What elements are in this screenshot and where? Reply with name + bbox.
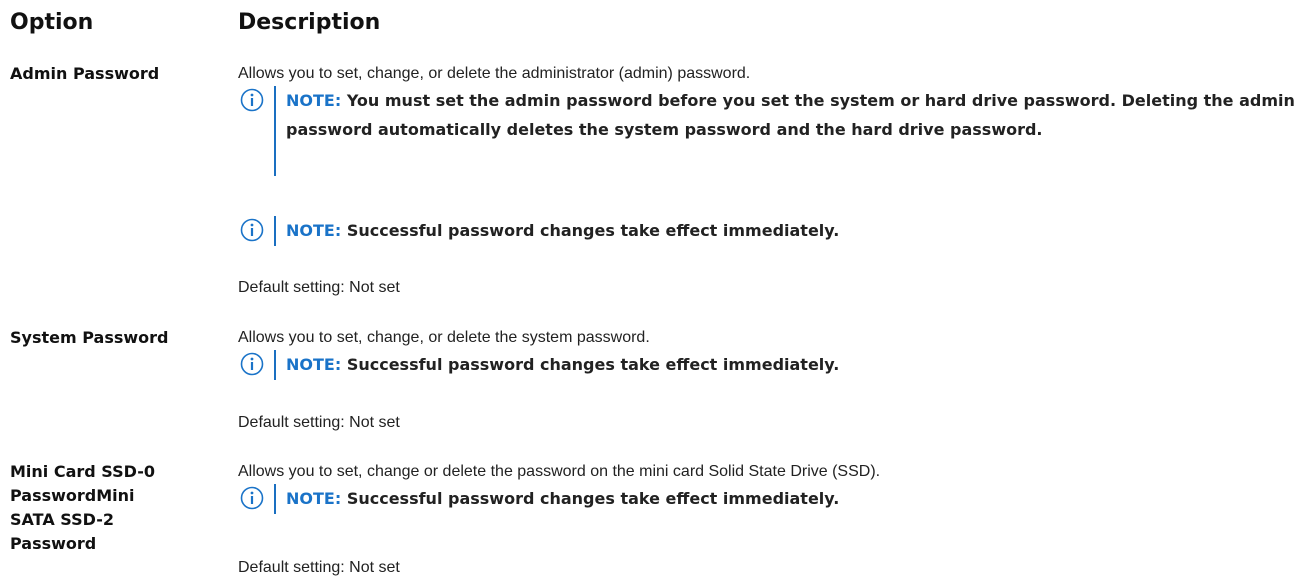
info-icon (240, 352, 264, 376)
note-label: NOTE: (286, 221, 342, 240)
note-body: Successful password changes take effect … (346, 355, 840, 374)
default-admin-password: Default setting: Not set (238, 279, 400, 296)
note-text: NOTE: Successful password changes take e… (286, 216, 1302, 245)
description-mini-card-ssd-password: Allows you to set, change or delete the … (238, 463, 881, 480)
info-icon (240, 88, 264, 112)
note-text: NOTE: Successful password changes take e… (286, 484, 1302, 513)
note-admin-password-1: NOTE: You must set the admin password be… (240, 86, 1302, 176)
note-text: NOTE: Successful password changes take e… (286, 350, 1302, 379)
option-line: PasswordMini (10, 486, 135, 505)
note-bar (274, 86, 276, 176)
default-system-password: Default setting: Not set (238, 414, 400, 431)
option-admin-password: Admin Password (10, 64, 160, 83)
note-bar (274, 216, 276, 246)
note-system-password: NOTE: Successful password changes take e… (240, 350, 1302, 380)
note-body: Successful password changes take effect … (346, 489, 840, 508)
column-header-description: Description (238, 10, 381, 35)
note-label: NOTE: (286, 91, 342, 110)
option-line: Mini Card SSD-0 (10, 462, 155, 481)
note-bar (274, 350, 276, 380)
option-line: SATA SSD-2 (10, 510, 114, 529)
note-mini-card-ssd-password: NOTE: Successful password changes take e… (240, 484, 1302, 514)
note-text: NOTE: You must set the admin password be… (286, 86, 1302, 144)
option-system-password: System Password (10, 328, 169, 347)
note-label: NOTE: (286, 355, 342, 374)
default-mini-card-ssd-password: Default setting: Not set (238, 559, 400, 576)
info-icon (240, 218, 264, 242)
option-mini-card-ssd-password: Mini Card SSD-0 PasswordMini SATA SSD-2 … (10, 460, 210, 556)
note-body: Successful password changes take effect … (346, 221, 840, 240)
note-bar (274, 484, 276, 514)
column-header-option: Option (10, 10, 94, 35)
note-admin-password-2: NOTE: Successful password changes take e… (240, 216, 1302, 246)
document-page: Option Description Admin Password Allows… (0, 0, 1307, 585)
info-icon (240, 486, 264, 510)
description-system-password: Allows you to set, change, or delete the… (238, 329, 650, 346)
note-label: NOTE: (286, 489, 342, 508)
description-admin-password: Allows you to set, change, or delete the… (238, 65, 751, 82)
option-line: Password (10, 534, 97, 553)
note-body: You must set the admin password before y… (286, 91, 1295, 139)
